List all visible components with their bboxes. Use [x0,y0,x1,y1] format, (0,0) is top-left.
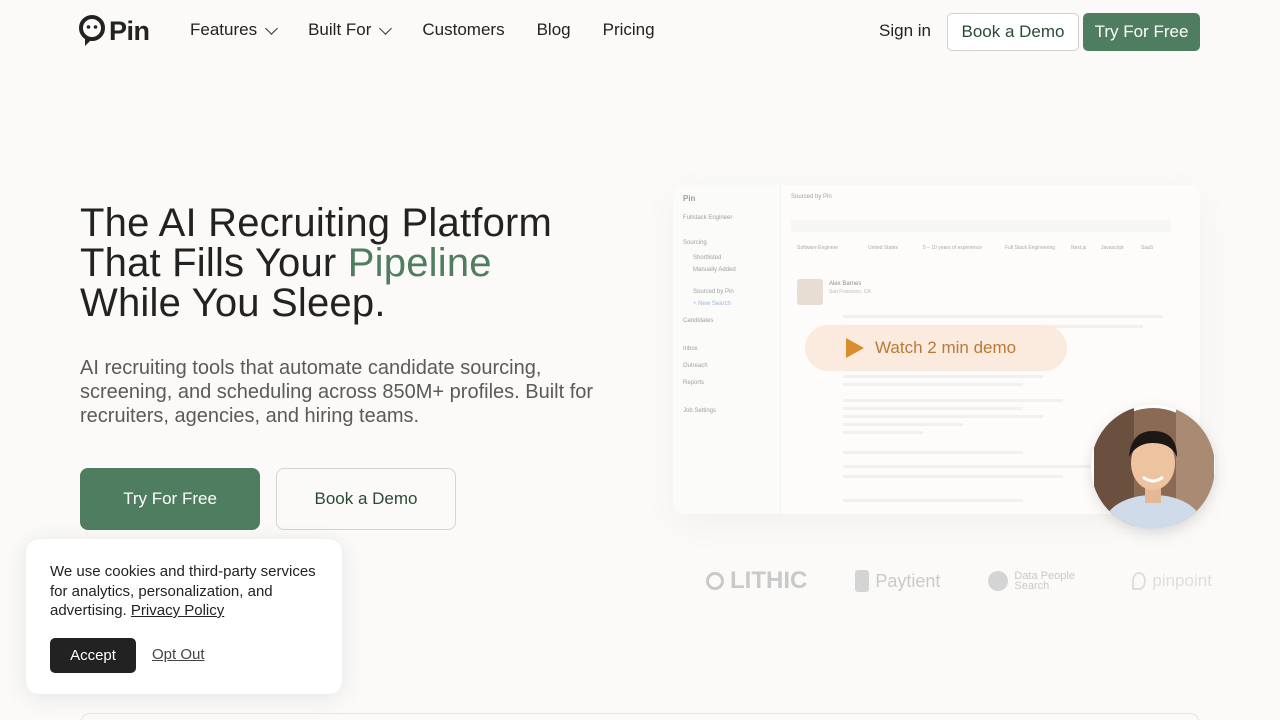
logo-pinpoint: pinpoint [1132,571,1212,591]
logo[interactable]: Pin [79,15,150,47]
app-brand: Pin [683,194,696,203]
app-job: Fullstack Engineer [683,215,733,221]
paytient-icon [855,570,870,592]
person-photo [1094,408,1214,529]
sign-in-link[interactable]: Sign in [879,21,931,41]
candidate-location: San Francisco, CA [829,289,871,295]
logo-text: Pin [109,15,150,46]
nav-customers-label: Customers [422,20,505,39]
app-side-item: Shortlisted [693,255,722,261]
hero-book-demo-button[interactable]: Book a Demo [276,468,456,530]
opt-out-link[interactable]: Opt Out [152,646,205,663]
cookie-text: We use cookies and third-party services … [50,562,330,621]
logo-data-people-search: Data People Search [988,570,1084,592]
watch-demo-button[interactable]: Watch 2 min demo [805,325,1067,371]
nav-pricing[interactable]: Pricing [603,20,655,40]
hero-try-free-button[interactable]: Try For Free [80,468,260,530]
nav-customers[interactable]: Customers [422,20,504,40]
app-side-item: Sourcing [683,240,707,246]
next-section-edge [80,713,1200,720]
hero-subtitle: AI recruiting tools that automate candid… [80,357,594,427]
accept-cookies-button[interactable]: Accept [50,638,136,673]
hero-title-line-3: While You Sleep. [80,281,386,325]
pin-logo-icon [79,15,105,46]
app-side-item: Reports [683,380,705,386]
logo-data-people-text: Data People Search [1014,570,1075,592]
lithic-icon [706,572,724,590]
play-icon [846,338,864,358]
logo-pinpoint-text: pinpoint [1152,571,1212,590]
nav-book-demo-button[interactable]: Book a Demo [947,13,1079,51]
nav-features-label: Features [190,20,258,39]
nav-links: Features Built For Customers Blog Pricin… [190,20,687,40]
app-side-item: + New Search [693,301,731,307]
logo-paytient: Paytient [855,570,940,592]
cookie-banner: We use cookies and third-party services … [25,538,343,695]
app-side-item: Job Settings [683,408,717,414]
app-side-item: Manually Added [693,267,736,273]
nav-blog-label: Blog [536,20,571,39]
chevron-down-icon [379,21,393,35]
hero-title-accent: Pipeline [347,241,492,285]
pinpoint-icon [1132,572,1147,590]
candidate-name: Alex Barnes [829,281,862,287]
app-side-item: Outreach [683,363,708,369]
app-sidebar: Pin Fullstack Engineer Sourcing Shortlis… [673,185,781,514]
hero-title-line-2: That Fills Your [80,241,348,285]
app-side-item: Sourced by Pin [693,289,734,295]
chevron-down-icon [265,21,278,35]
nav-features[interactable]: Features [190,20,278,40]
app-filter-chip: Software Engineer [797,245,839,251]
watch-demo-label: Watch 2 min demo [875,338,1017,357]
app-header: Sourced by Pin [791,194,832,200]
hero-title-line-1: The AI Recruiting Platform [80,201,553,245]
testimonial-avatar [1091,405,1215,529]
logo-paytient-text: Paytient [875,570,941,591]
app-filter-chip: Javascript [1101,245,1124,251]
app-side-item: Candidates [683,318,714,324]
top-nav: Pin Features Built For Customers Blog Pr… [0,0,1280,64]
nav-try-free-button[interactable]: Try For Free [1083,13,1200,51]
nav-built-for-label: Built For [308,20,372,39]
app-filter-chip: Full Stack Engineering [1005,245,1056,251]
nav-blog[interactable]: Blog [537,20,571,40]
logo-lithic: LITHIC [706,567,807,595]
privacy-policy-link[interactable]: Privacy Policy [131,602,224,619]
candidate-photo [797,279,823,305]
nav-built-for[interactable]: Built For [308,20,393,40]
app-filter-chip: Next.js [1071,245,1087,251]
app-side-item: Inbox [683,346,698,352]
data-people-icon [988,571,1009,591]
customer-logos: LITHIC Paytient Data People Search pinpo… [706,567,1212,595]
app-filter-chip: SaaS [1141,245,1154,251]
app-filter-chip: United States [868,245,899,251]
logo-lithic-text: LITHIC [730,567,808,594]
hero-title: The AI Recruiting Platform That Fills Yo… [80,203,640,323]
app-filter-chip: 5 – 10 years of experience [923,245,982,251]
nav-pricing-label: Pricing [602,20,655,39]
